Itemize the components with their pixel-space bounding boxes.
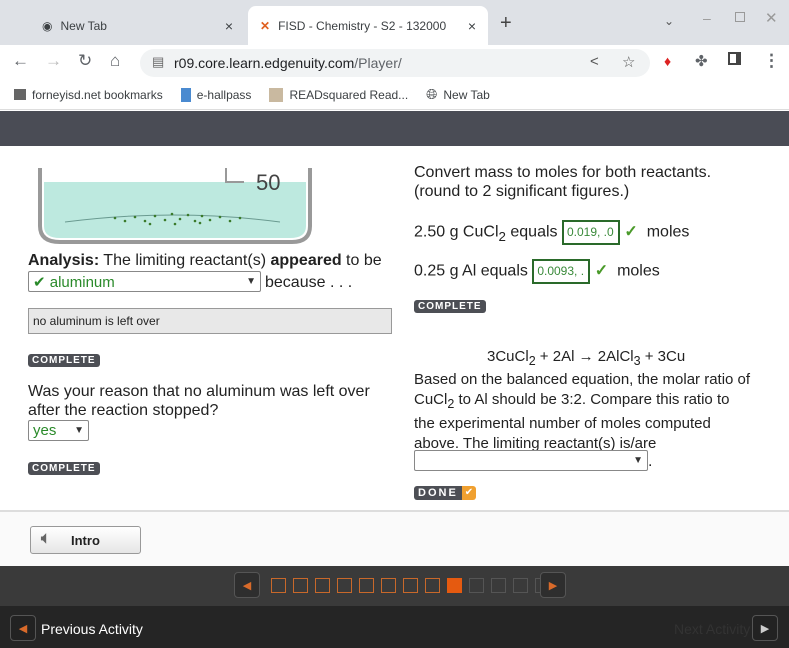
previous-activity-arrow[interactable]: ◀ [10,615,36,641]
minimize-icon[interactable]: – [703,10,711,26]
cucl2-moles-input[interactable]: 0.019, .0 [561,220,620,245]
al-moles-input[interactable]: 0.0093, . [532,259,591,284]
yes-no-select[interactable]: yes ▼ [28,420,89,441]
analysis-sentence: Analysis: The limiting reactant(s) appea… [28,252,382,269]
site-info-icon[interactable]: ▤ [152,54,164,70]
reason-question: Was your reason that no aluminum was lef… [28,383,370,419]
activity-footer: ◀ Previous Activity Next Activity ▶ [0,606,789,648]
beaker-volume-mark: 50 [256,170,280,195]
browser-toolbar: ← → ↻ ⌂ ▤ r09.core.learn.edgenuity.com/P… [0,45,789,80]
activity-content: 50 Analysis: The limiting reactant(s) ap… [0,146,789,510]
complete-badge: COMPLETE [414,300,486,313]
cucl2-row: 2.50 g CuCl2 equals 0.019, .0 ✓ moles [414,220,689,246]
limiting-reactant-select[interactable]: ✔ aluminum ▼ [28,271,261,292]
tab-search-icon[interactable]: ⌄ [664,14,674,28]
bookmark-e-hallpass[interactable]: e-hallpass [180,87,251,102]
bookmark-readsquared[interactable]: READsquared Read... [269,87,408,102]
next-activity-arrow[interactable]: ▶ [752,615,778,641]
page-square-6[interactable] [381,578,396,593]
next-activity-link[interactable]: Next Activity [674,621,750,637]
page-square-4[interactable] [337,578,352,593]
e-hallpass-icon [180,87,191,102]
page-square-10[interactable] [469,578,484,593]
page-square-1[interactable] [271,578,286,593]
ratio-paragraph: Based on the balanced equation, the mola… [414,371,751,452]
chevron-down-icon: ▼ [633,455,643,466]
edgenuity-icon: ✕ [260,18,271,33]
tab-bar: ◉ New Tab × ✕ FISD - Chemistry - S2 - 13200… [0,0,789,45]
page-square-5[interactable] [359,578,374,593]
complete-badge: COMPLETE [28,354,100,367]
extensions-puzzle-icon[interactable]: ✤ [695,52,708,70]
intro-button[interactable]: 🔈︎ Intro [30,526,141,554]
limiting-reactant-answer-select[interactable]: ▼ [414,450,648,471]
speaker-icon: 🔈︎ [41,530,51,547]
page-square-2[interactable] [293,578,308,593]
bookmark-star-icon[interactable]: ☆ [622,53,635,71]
previous-activity-link[interactable]: Previous Activity [41,621,143,637]
instruction-line1: Convert mass to moles for both reactants… [414,164,712,181]
page-square-11[interactable] [491,578,506,593]
menu-icon[interactable]: ⋮ [763,51,780,71]
new-tab-button[interactable]: + [500,12,512,35]
intro-bar: 🔈︎ Intro [0,510,789,566]
complete-badge: COMPLETE [28,462,100,475]
page-square-8[interactable] [425,578,440,593]
bookmarks-bar: forneyisd.net bookmarks e-hallpass READs… [0,80,789,110]
close-tab-icon[interactable]: × [225,18,233,34]
next-page-button[interactable]: ▶ [540,572,566,598]
extension-icon[interactable]: ♦ [664,53,671,69]
tab-fisd-chemistry[interactable]: ✕ FISD - Chemistry - S2 - 132000 - × [248,6,488,45]
forward-icon[interactable]: → [45,51,62,71]
maximize-icon[interactable] [735,12,745,22]
side-panel-icon[interactable] [728,52,741,65]
globe-icon: 🌐︎ [426,86,438,102]
because-label: because . . . [265,274,353,291]
page-square-9[interactable] [447,578,462,593]
address-bar[interactable]: ▤ r09.core.learn.edgenuity.com/Player/ <… [140,49,650,77]
chrome-icon: ◉ [42,18,53,33]
back-icon[interactable]: ← [12,51,29,71]
page-navigator: ◀ ▶ [0,566,789,606]
reason-textarea[interactable]: no aluminum is left over [28,308,392,334]
page-square-12[interactable] [513,578,528,593]
reload-icon[interactable]: ↻ [78,51,92,71]
done-button[interactable]: DONE ✔ [414,486,477,500]
check-icon: ✓ [624,223,638,241]
close-window-icon[interactable]: ✕ [765,9,778,27]
al-row: 0.25 g Al equals 0.0093, . ✓ moles [414,259,660,284]
prev-page-button[interactable]: ◀ [234,572,260,598]
home-icon[interactable]: ⌂ [110,51,120,71]
page-square-7[interactable] [403,578,418,593]
chevron-down-icon: ▼ [74,425,84,436]
instruction-line2: (round to 2 significant figures.) [414,183,630,200]
share-icon[interactable]: < [590,53,599,70]
checkmark-icon: ✔ [461,486,477,500]
activity-header [0,111,789,146]
beaker-illustration: 50 [38,168,312,244]
check-icon: ✓ [594,262,609,280]
balanced-equation: 3CuCl2 + 2Al → 2AlCl3 + 3Cu [487,348,686,368]
folder-icon [14,89,26,100]
tab-new-tab[interactable]: ◉ New Tab × [30,6,245,45]
page-square-3[interactable] [315,578,330,593]
close-tab-icon[interactable]: × [468,18,476,34]
bookmark-new-tab[interactable]: 🌐︎ New Tab [426,86,490,103]
bookmark-forneyisd[interactable]: forneyisd.net bookmarks [14,88,163,102]
chevron-down-icon: ▼ [246,276,256,287]
readsquared-icon [269,87,284,102]
